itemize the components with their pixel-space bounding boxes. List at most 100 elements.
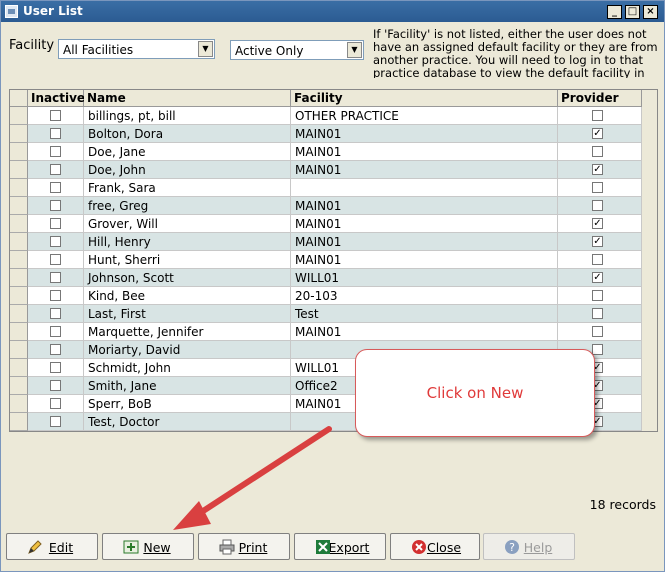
window-title: User List bbox=[23, 4, 83, 18]
row-selector[interactable] bbox=[10, 323, 28, 341]
inactive-checkbox[interactable] bbox=[50, 182, 61, 193]
column-header-inactive[interactable]: Inactive bbox=[28, 90, 85, 107]
table-row[interactable]: Doe, John MAIN01 ✓ bbox=[10, 161, 642, 179]
provider-checkbox[interactable]: ✓ bbox=[592, 236, 603, 247]
provider-checkbox[interactable]: ✓ bbox=[592, 218, 603, 229]
title-bar: User List _ □ × bbox=[1, 1, 664, 22]
provider-cell: ✓ bbox=[558, 125, 642, 143]
provider-checkbox[interactable] bbox=[592, 254, 603, 265]
inactive-checkbox[interactable] bbox=[50, 380, 61, 391]
facility-cell: Test bbox=[291, 305, 558, 323]
table-row[interactable]: Hunt, Sherri MAIN01 bbox=[10, 251, 642, 269]
inactive-checkbox[interactable] bbox=[50, 272, 61, 283]
printer-icon bbox=[219, 539, 235, 555]
row-selector[interactable] bbox=[10, 125, 28, 143]
table-row[interactable]: free, Greg MAIN01 bbox=[10, 197, 642, 215]
column-header-provider[interactable]: Provider bbox=[558, 90, 642, 107]
close-button-label: Close bbox=[426, 540, 462, 555]
chevron-down-icon[interactable]: ▼ bbox=[347, 42, 362, 58]
row-selector[interactable] bbox=[10, 161, 28, 179]
inactive-checkbox[interactable] bbox=[50, 236, 61, 247]
column-header-facility[interactable]: Facility bbox=[291, 90, 558, 107]
table-row[interactable]: Bolton, Dora MAIN01 ✓ bbox=[10, 125, 642, 143]
inactive-checkbox[interactable] bbox=[50, 362, 61, 373]
table-row[interactable]: billings, pt, bill OTHER PRACTICE bbox=[10, 107, 642, 125]
facility-select-value: All Facilities bbox=[63, 43, 134, 57]
grid-header: Inactive Name Facility Provider bbox=[10, 90, 657, 107]
provider-cell bbox=[558, 287, 642, 305]
row-selector[interactable] bbox=[10, 341, 28, 359]
table-row[interactable]: Hill, Henry MAIN01 ✓ bbox=[10, 233, 642, 251]
provider-checkbox[interactable] bbox=[592, 200, 603, 211]
table-row[interactable]: Doe, Jane MAIN01 bbox=[10, 143, 642, 161]
new-button[interactable]: New bbox=[102, 533, 194, 560]
name-cell: Johnson, Scott bbox=[84, 269, 291, 287]
print-button[interactable]: Print bbox=[198, 533, 290, 560]
provider-checkbox[interactable] bbox=[592, 290, 603, 301]
inactive-checkbox[interactable] bbox=[50, 146, 61, 157]
table-row[interactable]: Frank, Sara bbox=[10, 179, 642, 197]
table-row[interactable]: Grover, Will MAIN01 ✓ bbox=[10, 215, 642, 233]
row-selector[interactable] bbox=[10, 305, 28, 323]
inactive-cell bbox=[28, 305, 84, 323]
provider-checkbox[interactable] bbox=[592, 326, 603, 337]
inactive-checkbox[interactable] bbox=[50, 164, 61, 175]
inactive-checkbox[interactable] bbox=[50, 308, 61, 319]
row-selector[interactable] bbox=[10, 215, 28, 233]
status-select[interactable]: Active Only ▼ bbox=[230, 40, 364, 60]
row-selector[interactable] bbox=[10, 233, 28, 251]
inactive-checkbox[interactable] bbox=[50, 110, 61, 121]
name-cell: Frank, Sara bbox=[84, 179, 291, 197]
facility-cell: 20-103 bbox=[291, 287, 558, 305]
table-row[interactable]: Kind, Bee 20-103 bbox=[10, 287, 642, 305]
row-selector[interactable] bbox=[10, 395, 28, 413]
provider-checkbox[interactable] bbox=[592, 146, 603, 157]
minimize-icon[interactable]: _ bbox=[607, 5, 622, 19]
inactive-checkbox[interactable] bbox=[50, 218, 61, 229]
inactive-checkbox[interactable] bbox=[50, 398, 61, 409]
row-selector[interactable] bbox=[10, 359, 28, 377]
close-window-icon[interactable]: × bbox=[643, 5, 658, 19]
table-row[interactable]: Johnson, Scott WILL01 ✓ bbox=[10, 269, 642, 287]
provider-checkbox[interactable]: ✓ bbox=[592, 272, 603, 283]
row-selector[interactable] bbox=[10, 251, 28, 269]
pencil-icon bbox=[28, 540, 42, 554]
provider-checkbox[interactable] bbox=[592, 182, 603, 193]
row-selector[interactable] bbox=[10, 179, 28, 197]
inactive-checkbox[interactable] bbox=[50, 254, 61, 265]
facility-cell bbox=[291, 179, 558, 197]
provider-checkbox[interactable]: ✓ bbox=[592, 128, 603, 139]
facility-select[interactable]: All Facilities ▼ bbox=[58, 39, 215, 59]
row-selector[interactable] bbox=[10, 377, 28, 395]
inactive-checkbox[interactable] bbox=[50, 200, 61, 211]
provider-checkbox[interactable] bbox=[592, 308, 603, 319]
row-selector[interactable] bbox=[10, 107, 28, 125]
edit-button[interactable]: Edit bbox=[6, 533, 98, 560]
inactive-checkbox[interactable] bbox=[50, 128, 61, 139]
app-icon bbox=[5, 5, 18, 18]
row-selector[interactable] bbox=[10, 143, 28, 161]
table-row[interactable]: Marquette, Jennifer MAIN01 bbox=[10, 323, 642, 341]
inactive-checkbox[interactable] bbox=[50, 416, 61, 427]
inactive-checkbox[interactable] bbox=[50, 290, 61, 301]
provider-cell: ✓ bbox=[558, 161, 642, 179]
facility-info-text: If 'Facility' is not listed, either the … bbox=[373, 28, 658, 78]
maximize-icon[interactable]: □ bbox=[625, 5, 640, 19]
row-selector[interactable] bbox=[10, 197, 28, 215]
inactive-checkbox[interactable] bbox=[50, 344, 61, 355]
provider-checkbox[interactable] bbox=[592, 110, 603, 121]
help-button-label: Help bbox=[523, 540, 553, 555]
provider-checkbox[interactable] bbox=[592, 344, 603, 355]
help-button[interactable]: ? Help bbox=[483, 533, 575, 560]
close-button[interactable]: Close bbox=[390, 533, 480, 560]
table-row[interactable]: Last, First Test bbox=[10, 305, 642, 323]
column-header-name[interactable]: Name bbox=[84, 90, 291, 107]
row-selector[interactable] bbox=[10, 287, 28, 305]
provider-checkbox[interactable]: ✓ bbox=[592, 164, 603, 175]
export-button[interactable]: Export bbox=[294, 533, 386, 560]
chevron-down-icon[interactable]: ▼ bbox=[198, 41, 213, 57]
row-selector[interactable] bbox=[10, 413, 28, 431]
row-selector[interactable] bbox=[10, 269, 28, 287]
name-cell: Sperr, BoB bbox=[84, 395, 291, 413]
inactive-checkbox[interactable] bbox=[50, 326, 61, 337]
